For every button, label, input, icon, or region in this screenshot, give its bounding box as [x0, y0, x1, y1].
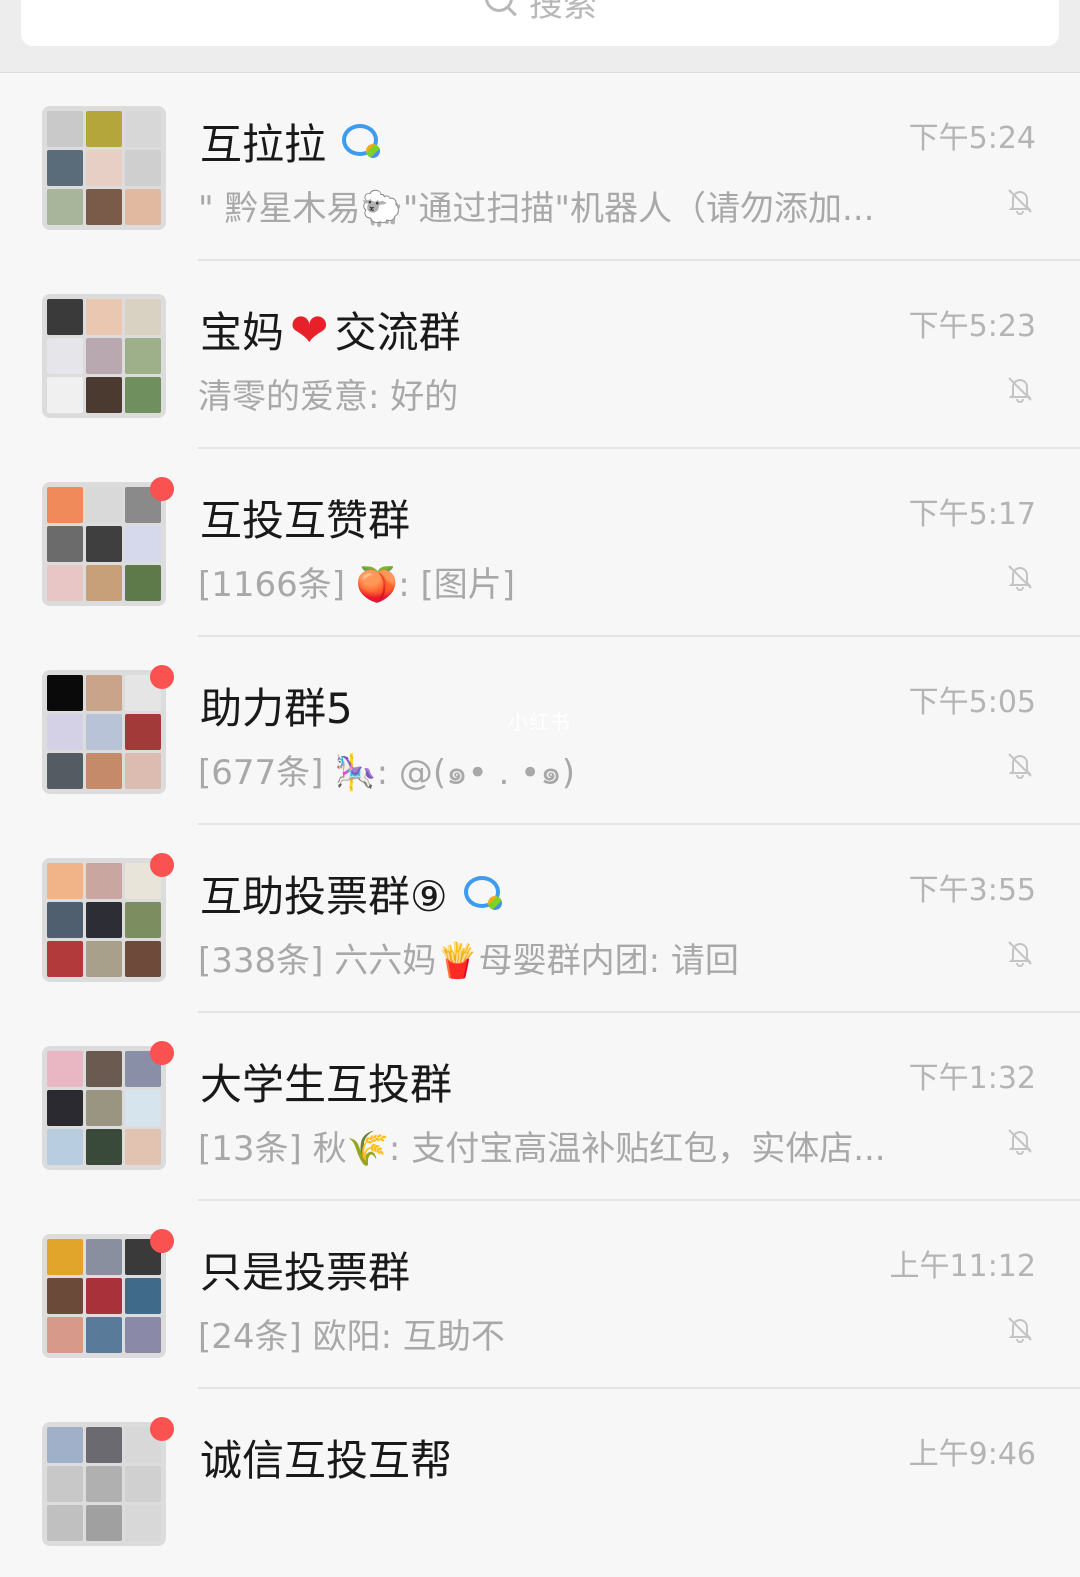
search-icon: [483, 0, 517, 18]
chat-item[interactable]: 互拉拉 " 黔星木易🐑"通过扫描"机器人（请勿添加... 下午5:24: [0, 73, 1080, 261]
chat-name-text: 大学生互投群: [200, 1060, 453, 1109]
group-avatar: [42, 294, 166, 418]
last-message: [338条] 六六妈🍟母婴群内团: 请回: [198, 941, 739, 981]
chat-time: 下午3:55: [908, 873, 1036, 908]
last-message: [24条] 欧阳: 互助不: [198, 1317, 505, 1357]
chat-item[interactable]: 只是投票群 [24条] 欧阳: 互助不 上午11:12: [0, 1201, 1080, 1389]
search-placeholder: 搜索: [529, 0, 597, 25]
chat-name-text: 互投互赞群: [200, 496, 411, 545]
chat-bubble-icon: [462, 874, 508, 914]
last-message: [677条] 🎠: @(๑• . •๑): [198, 753, 576, 793]
unread-dot: [150, 1041, 174, 1065]
chat-name: 互投互赞群: [200, 487, 410, 548]
unread-dot: [150, 1417, 174, 1441]
chat-name: 宝妈 ❤ 交流群: [200, 299, 461, 360]
unread-dot: [150, 665, 174, 689]
last-message: [1166条] 🍑: [图片]: [198, 565, 515, 605]
search-bar[interactable]: 搜索: [21, 0, 1059, 46]
chat-item[interactable]: 互助投票群⑨ [338条] 六六妈🍟母婴群内团: 请回 下午3:55: [0, 825, 1080, 1013]
chat-time: 下午5:05: [908, 685, 1036, 720]
last-message: [13条] 秋🌾: 支付宝高温补贴红包，实体店...: [198, 1129, 886, 1169]
chat-time: 下午5:23: [908, 309, 1036, 344]
chat-name-prefix: 宝妈: [200, 308, 285, 357]
mute-bell-icon: [1004, 185, 1036, 217]
chat-name-text: 助力群5: [200, 684, 353, 733]
mute-bell-icon: [1004, 937, 1036, 969]
chat-time: 上午11:12: [889, 1249, 1036, 1284]
chat-time: 下午1:32: [908, 1061, 1036, 1096]
mute-bell-icon: [1004, 1125, 1036, 1157]
group-avatar: [42, 670, 166, 794]
mute-bell-icon: [1004, 561, 1036, 593]
chat-name: 互助投票群⑨: [200, 863, 508, 924]
chat-name-text: 只是投票群: [200, 1248, 411, 1297]
group-avatar: [42, 1422, 166, 1546]
group-avatar: [42, 482, 166, 606]
chat-name: 助力群5: [200, 675, 353, 736]
chat-bubble-icon: [340, 122, 386, 162]
watermark: 小红书: [508, 710, 571, 734]
chat-time: 上午9:46: [908, 1437, 1036, 1472]
group-avatar: [42, 1234, 166, 1358]
search-area: 搜索: [0, 0, 1080, 72]
chat-name-text: 互拉拉: [200, 120, 327, 169]
chat-name: 大学生互投群: [200, 1051, 452, 1112]
unread-dot: [150, 853, 174, 877]
chat-name: 互拉拉: [200, 111, 386, 172]
chat-name-text: 互助投票群⑨: [200, 872, 448, 921]
group-avatar: [42, 106, 166, 230]
chat-time: 下午5:24: [908, 121, 1036, 156]
group-avatar: [42, 858, 166, 982]
chat-name: 只是投票群: [200, 1239, 410, 1300]
chat-item[interactable]: 互投互赞群 [1166条] 🍑: [图片] 下午5:17: [0, 449, 1080, 637]
last-message: " 黔星木易🐑"通过扫描"机器人（请勿添加...: [198, 189, 875, 229]
group-avatar: [42, 1046, 166, 1170]
chat-name: 诚信互投互帮: [200, 1427, 452, 1488]
chat-item[interactable]: 诚信互投互帮 上午9:46: [0, 1389, 1080, 1577]
unread-dot: [150, 477, 174, 501]
unread-dot: [150, 1229, 174, 1253]
chat-time: 下午5:17: [908, 497, 1036, 532]
mute-bell-icon: [1004, 1313, 1036, 1345]
chat-name-suffix: 交流群: [334, 308, 461, 357]
chat-name-text: 诚信互投互帮: [200, 1436, 453, 1485]
chat-item[interactable]: 宝妈 ❤ 交流群 清零的爱意: 好的 下午5:23: [0, 261, 1080, 449]
mute-bell-icon: [1004, 373, 1036, 405]
heart-icon: ❤: [290, 302, 329, 357]
last-message: 清零的爱意: 好的: [198, 377, 459, 417]
mute-bell-icon: [1004, 749, 1036, 781]
chat-item[interactable]: 大学生互投群 [13条] 秋🌾: 支付宝高温补贴红包，实体店... 下午1:32: [0, 1013, 1080, 1201]
chat-list: 互拉拉 " 黔星木易🐑"通过扫描"机器人（请勿添加... 下午5:24 宝妈 ❤…: [0, 72, 1080, 1577]
